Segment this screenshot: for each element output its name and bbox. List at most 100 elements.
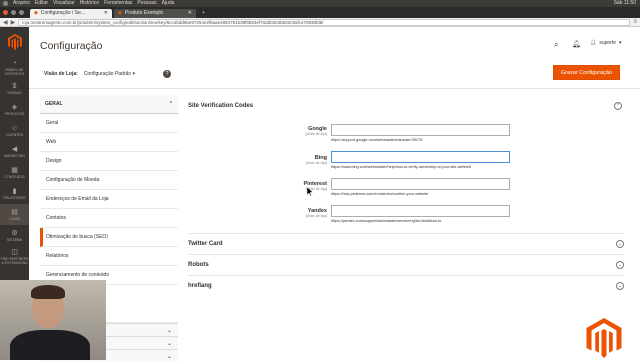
os-menu-bar: Arquivo Editar Visualizar Histórico Ferr… [0,0,640,7]
bar-chart-icon: ▮ [12,187,17,195]
chevron-down-icon: ⌄ [166,327,172,334]
pinterest-help-note[interactable]: https://help.pinterest.com/en/articles/c… [331,192,428,196]
os-menu-help[interactable]: Ajuda [162,0,175,7]
os-menu-history[interactable]: Histórico [80,0,99,7]
yandex-help-note[interactable]: https://yandex.com/support/webmaster/ser… [331,219,441,223]
google-verification-input[interactable] [331,124,510,136]
chevron-down-icon: ⌄ [166,353,172,360]
browser-tab-label: Configuração / Se... [40,10,86,16]
os-menu-edit[interactable]: Editar [35,0,48,7]
section-hreflang[interactable]: hreflang ⌄ [188,275,624,295]
os-menu-tools[interactable]: Ferramentas [104,0,132,7]
divider [29,88,640,89]
puzzle-icon: ◫ [11,248,18,256]
user-menu[interactable]: 👤︎ suporte ▾ [590,40,622,46]
browser-tab-label: Produto Exemplo [124,10,164,16]
sidebar-item-clientes[interactable]: ☺ CLIENTES [0,120,29,141]
google-help-note[interactable]: https://support.google.com/webmasters/an… [331,138,422,142]
bing-verification-input[interactable] [331,151,510,163]
store-view-value: Configuração Padrão [83,71,132,77]
mouse-cursor-icon [307,187,313,196]
save-config-button[interactable]: Gravar Configuração [553,65,620,80]
expand-icon: ⌄ [616,239,624,248]
store-view-dropdown[interactable]: Configuração Padrão ▾ [84,71,135,77]
config-tab-item[interactable]: Otimização de busca (SEO) [40,228,178,247]
field-scope: [visão de loja] [305,132,327,136]
config-tab-item[interactable]: Configuração de Moeda [40,171,178,190]
magento-logo-icon [7,34,22,50]
config-tab-item[interactable]: Geral [40,114,178,133]
address-bar: ◀ ▶ loja.mestremagento.com.br/js/admin/s… [0,18,640,27]
minimize-window-icon[interactable] [11,10,16,15]
section-title: Robots [188,261,209,268]
section-title: hreflang [188,282,212,289]
config-tab-item[interactable]: Contatos [40,209,178,228]
bing-help-note[interactable]: https://www.bing.com/webmaster/help/how-… [331,165,471,169]
store-view-switcher: Visão de Loja: Configuração Padrão ▾ ? [44,70,171,78]
sidebar-item-label: PRODUTOS [4,111,25,116]
section-robots[interactable]: Robots ⌄ [188,254,624,274]
magento-logo[interactable] [0,27,29,57]
expand-icon: ⌄ [616,260,624,269]
megaphone-icon: ◀ [11,145,18,153]
magento-favicon-icon: ◆ [34,10,38,16]
forward-icon[interactable]: ▶ [11,19,16,26]
os-menu-view[interactable]: Visualizar [53,0,75,7]
store-icon: ▤ [11,208,18,216]
close-tab-icon[interactable]: ✕ [188,9,192,18]
notifications-bell-icon[interactable]: 🔔︎ [572,40,581,48]
collapse-toggle-icon[interactable]: ⌃ [614,102,622,110]
presenter-hair [31,285,65,299]
browser-tab-config[interactable]: ◆ Configuração / Se... ✕ [30,9,112,18]
maximize-window-icon[interactable] [19,10,24,15]
url-field[interactable]: loja.mestremagento.com.br/js/admin/syste… [18,18,631,26]
new-tab-button[interactable]: + [198,9,208,18]
sidebar-item-find[interactable]: ◫ FIND PARTNERS & EXTENSIONS [0,246,29,267]
sidebar-item-sistema[interactable]: ⚙ SISTEMA [0,225,29,246]
section-title: Twitter Card [188,240,223,247]
menu-icon[interactable]: ≡ [633,19,637,25]
sidebar-item-label: SISTEMA [6,237,23,242]
config-tab-item[interactable]: Relatórios [40,247,178,266]
box-icon: ◈ [11,103,18,111]
sidebar-item-label: RELATÓRIOS [3,195,26,200]
yandex-verification-input[interactable] [331,205,510,217]
sidebar-item-produtos[interactable]: ◈ PRODUTOS [0,99,29,120]
gear-icon: ⚙ [11,229,18,237]
pinterest-verification-input[interactable] [331,178,510,190]
sidebar-item-marketing[interactable]: ◀ MARKETING [0,141,29,162]
browser-tab-product[interactable]: ◆ Produto Exemplo ✕ [114,9,196,18]
dashboard-icon: ◔ [12,59,17,67]
webcam-overlay [0,280,106,360]
user-icon: 👤︎ [590,40,597,46]
sidebar-item-conteúdo[interactable]: ▦ CONTEÚDO [0,162,29,183]
sidebar-item-label: PAINEL DE CONTROLE [4,67,25,76]
close-window-icon[interactable] [3,10,8,15]
back-icon[interactable]: ◀ [3,19,8,26]
sidebar-item-lojas[interactable]: ▤ LOJAS [0,204,29,225]
field-scope: [visão de loja] [305,161,327,165]
os-menu-file[interactable]: Arquivo [13,0,30,7]
page-title: Configuração [40,40,103,52]
sidebar-item-vendas[interactable]: $ VENDAS [0,78,29,99]
chevron-up-icon: ⌃ [168,101,173,107]
store-view-label: Visão de Loja: [44,71,78,77]
close-tab-icon[interactable]: ✕ [104,9,108,18]
ubuntu-icon[interactable] [3,1,8,6]
search-icon[interactable]: ⌕ [554,40,558,50]
config-section-geral[interactable]: GERAL ⌃ [40,95,178,114]
chevron-down-icon: ▾ [619,40,622,46]
os-menu-people[interactable]: Pessoas [137,0,156,7]
help-icon[interactable]: ? [162,70,171,78]
section-twitter-card[interactable]: Twitter Card ⌄ [188,233,624,253]
config-tab-item[interactable]: Web [40,133,178,152]
sidebar-item-painel[interactable]: ◔ PAINEL DE CONTROLE [0,57,29,78]
sidebar-item-label: FIND PARTNERS & EXTENSIONS [0,256,29,265]
sidebar-item-relatórios[interactable]: ▮ RELATÓRIOS [0,183,29,204]
sidebar-item-label: CONTEÚDO [4,174,25,179]
seo-fieldset-title[interactable]: Site Verification Codes [188,103,253,109]
dollar-icon: $ [12,82,17,90]
config-tab-item[interactable]: Endereços de Email da Loja [40,190,178,209]
config-tab-item[interactable]: Design [40,152,178,171]
sidebar-item-label: LOJAS [8,216,21,221]
